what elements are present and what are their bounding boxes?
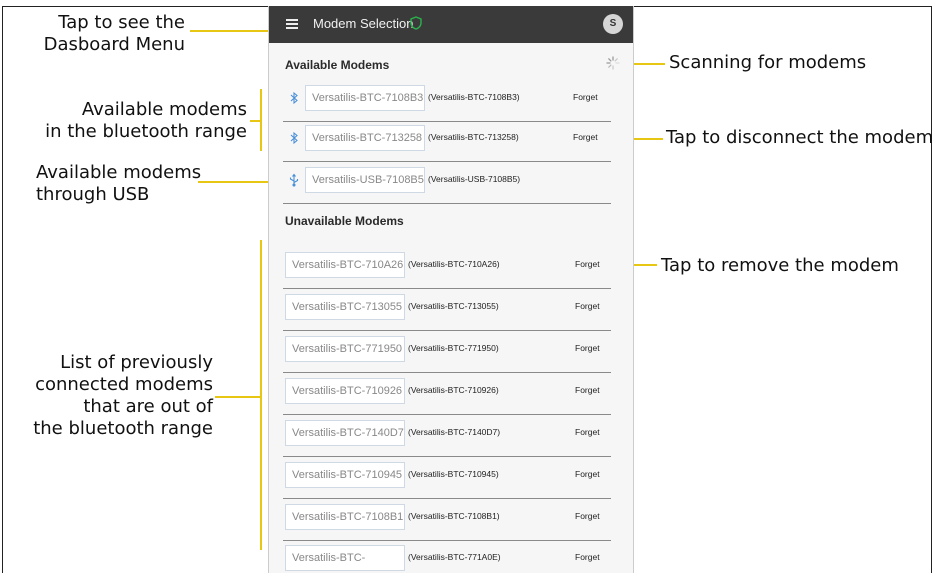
divider xyxy=(283,161,611,162)
modem-row[interactable]: Versatilis-USB-7108B5 (Versatilis-USB-71… xyxy=(283,164,611,204)
modem-row[interactable]: Versatilis-BTC-713055 (Versatilis-BTC-71… xyxy=(283,291,611,331)
modem-serial: (Versatilis-BTC-771A0E) xyxy=(408,552,501,562)
modem-serial: (Versatilis-BTC-7140D7) xyxy=(408,427,501,437)
callout-line: that are out of xyxy=(83,396,213,417)
callout-line: through USB xyxy=(36,184,150,205)
callout-line: List of previously xyxy=(60,352,213,373)
modem-serial: (Versatilis-USB-7108B5) xyxy=(428,174,521,184)
shield-icon xyxy=(410,16,422,30)
modem-name-field[interactable]: Versatilis-BTC-771A0E xyxy=(285,545,405,571)
divider xyxy=(283,330,611,331)
modem-serial: (Versatilis-BTC-713055) xyxy=(408,301,499,311)
bluetooth-icon xyxy=(290,91,298,105)
forget-button[interactable]: Forget xyxy=(575,259,600,269)
usb-icon xyxy=(289,173,299,187)
avatar[interactable]: S xyxy=(603,14,623,34)
callout-line: connected modems xyxy=(35,374,213,395)
app-bar: Modem Selection S xyxy=(269,6,633,43)
available-modems-title: Available Modems xyxy=(285,58,390,72)
modem-row[interactable]: Versatilis-BTC-7108B1 (Versatilis-BTC-71… xyxy=(283,501,611,541)
divider xyxy=(283,540,611,541)
modem-name-field[interactable]: Versatilis-BTC-713055 xyxy=(285,294,405,320)
forget-button[interactable]: Forget xyxy=(575,511,600,521)
modem-row[interactable]: Versatilis-BTC-771950 (Versatilis-BTC-77… xyxy=(283,333,611,373)
callout-previously-connected: List of previously connected modems that… xyxy=(8,352,213,440)
callout-available-usb: Available modems through USB xyxy=(36,162,246,206)
forget-button[interactable]: Forget xyxy=(575,385,600,395)
unavailable-modems-title: Unavailable Modems xyxy=(285,214,404,228)
modem-serial: (Versatilis-BTC-7108B3) xyxy=(428,92,520,102)
bluetooth-icon xyxy=(290,131,298,145)
forget-button[interactable]: Forget xyxy=(573,92,598,102)
leader-line-dashboard xyxy=(190,30,270,32)
modem-name-field[interactable]: Versatilis-BTC-7108B3 xyxy=(305,85,425,111)
bracket-unavailable xyxy=(260,240,262,550)
modem-name-field[interactable]: Versatilis-BTC-710945 xyxy=(285,462,405,488)
modem-serial: (Versatilis-BTC-710926) xyxy=(408,385,499,395)
modem-serial: (Versatilis-BTC-710945) xyxy=(408,469,499,479)
modem-row[interactable]: Versatilis-BTC-7108B3 (Versatilis-BTC-71… xyxy=(283,82,611,122)
forget-button[interactable]: Forget xyxy=(575,427,600,437)
callout-line: in the bluetooth range xyxy=(45,121,247,142)
callout-line: Available modems xyxy=(81,99,247,120)
modem-name-field[interactable]: Versatilis-BTC-713258 xyxy=(305,125,425,151)
modem-name-field[interactable]: Versatilis-BTC-710A26 xyxy=(285,252,405,278)
leader-line-bluetooth xyxy=(250,120,262,122)
forget-button[interactable]: Forget xyxy=(575,301,600,311)
modem-serial: (Versatilis-BTC-7108B1) xyxy=(408,511,500,521)
divider xyxy=(283,288,611,289)
modem-name-field[interactable]: Versatilis-BTC-771950 xyxy=(285,336,405,362)
callout-scanning: Scanning for modems xyxy=(669,52,867,73)
callout-disconnect: Tap to disconnect the modem xyxy=(666,127,934,148)
leader-line-unavailable xyxy=(215,396,262,398)
hamburger-menu-icon[interactable] xyxy=(286,19,298,29)
forget-button[interactable]: Forget xyxy=(573,132,598,142)
divider xyxy=(283,498,611,499)
modem-row[interactable]: Versatilis-BTC-7140D7 (Versatilis-BTC-71… xyxy=(283,417,611,457)
forget-button[interactable]: Forget xyxy=(575,552,600,562)
forget-button[interactable]: Forget xyxy=(575,469,600,479)
divider xyxy=(283,372,611,373)
callout-dashboard-menu: Tap to see the Dasboard Menu xyxy=(20,12,185,56)
modem-row[interactable]: Versatilis-BTC-710A26 (Versatilis-BTC-71… xyxy=(283,249,611,289)
callout-remove: Tap to remove the modem xyxy=(661,255,899,276)
modem-row[interactable]: Versatilis-BTC-771A0E (Versatilis-BTC-77… xyxy=(283,542,611,573)
modem-serial: (Versatilis-BTC-710A26) xyxy=(408,259,500,269)
callout-line: Tap to see the xyxy=(58,12,185,33)
modem-selection-screen: Modem Selection S Available Modems Versa… xyxy=(268,6,634,573)
divider xyxy=(283,414,611,415)
modem-name-field[interactable]: Versatilis-BTC-710926 xyxy=(285,378,405,404)
modem-row[interactable]: Versatilis-BTC-710945 (Versatilis-BTC-71… xyxy=(283,459,611,499)
callout-available-bluetooth: Available modems in the bluetooth range xyxy=(2,99,247,143)
modem-row[interactable]: Versatilis-BTC-710926 (Versatilis-BTC-71… xyxy=(283,375,611,415)
modem-name-field[interactable]: Versatilis-BTC-7108B1 xyxy=(285,504,405,530)
loading-spinner-icon xyxy=(606,56,620,70)
callout-line: the bluetooth range xyxy=(33,418,213,439)
modem-row[interactable]: Versatilis-BTC-713258 (Versatilis-BTC-71… xyxy=(283,122,611,162)
forget-button[interactable]: Forget xyxy=(575,343,600,353)
modem-serial: (Versatilis-BTC-713258) xyxy=(428,132,519,142)
modem-serial: (Versatilis-BTC-771950) xyxy=(408,343,499,353)
modem-name-field[interactable]: Versatilis-USB-7108B5 xyxy=(305,167,425,193)
divider xyxy=(283,456,611,457)
modem-name-field[interactable]: Versatilis-BTC-7140D7 xyxy=(285,420,405,446)
callout-line: Dasboard Menu xyxy=(43,34,185,55)
page-title: Modem Selection xyxy=(313,16,414,31)
divider xyxy=(283,203,611,204)
